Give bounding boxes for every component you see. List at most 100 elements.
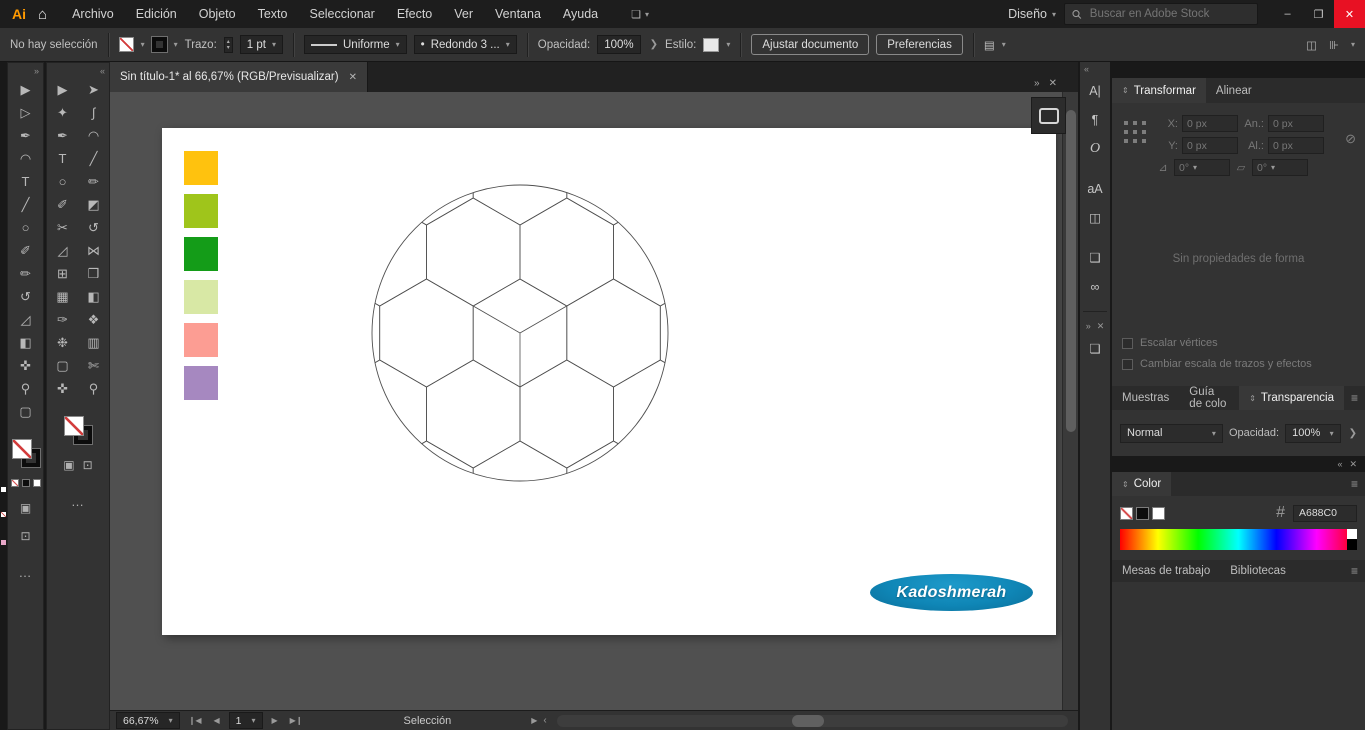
minimize-button[interactable]: –: [1272, 0, 1303, 28]
soccer-ball[interactable]: [162, 128, 1056, 635]
line-segment-tool[interactable]: ╱: [81, 147, 107, 170]
curvature-tool[interactable]: ◠: [13, 147, 39, 170]
scroll-left-icon[interactable]: ‹: [543, 715, 546, 726]
slice-tool[interactable]: ✄: [81, 354, 107, 377]
hand-tool[interactable]: ✜: [50, 377, 76, 400]
menu-item[interactable]: Ayuda: [552, 7, 609, 21]
restore-button[interactable]: ❐: [1303, 0, 1334, 28]
dock-expand-icon[interactable]: »: [1086, 321, 1091, 331]
dock-close-icon[interactable]: ✕: [1049, 78, 1057, 89]
panel-menu-icon[interactable]: ≡: [1344, 391, 1365, 405]
fill-swatch[interactable]: [11, 439, 32, 459]
type-tool[interactable]: T: [50, 147, 76, 170]
collapsed-panel-button[interactable]: [1031, 97, 1066, 134]
pencil-tool[interactable]: ✏: [13, 262, 39, 285]
next-artboard-icon[interactable]: ▶: [269, 716, 281, 725]
brush-dropdown[interactable]: • Redondo 3 ... ▾: [413, 35, 517, 54]
curvature-tool[interactable]: ◠: [81, 124, 107, 147]
opacity-expand-icon[interactable]: ❯: [650, 39, 658, 50]
document-tab[interactable]: Sin título-1* al 66,67% (RGB/Previsualiz…: [110, 62, 368, 92]
blend-mode-dropdown[interactable]: Normal ▾: [1120, 423, 1223, 443]
panel-menu-icon[interactable]: ≡: [1344, 564, 1365, 578]
preferences-button[interactable]: Preferencias: [876, 34, 963, 55]
direct-selection-tool[interactable]: ▷: [13, 101, 39, 124]
eyedropper-tool[interactable]: ✑: [50, 308, 76, 331]
stroke-weight-stepper[interactable]: ▴ ▾: [223, 36, 233, 53]
layers-panel-icon[interactable]: ❏: [1080, 334, 1110, 363]
symbol-sprayer-tool[interactable]: ❉: [50, 331, 76, 354]
tab-mesas-de-trabajo[interactable]: Mesas de trabajo: [1112, 560, 1220, 582]
status-options-icon[interactable]: ▶: [531, 716, 537, 725]
opacity-dropdown[interactable]: 100% ▾: [1285, 423, 1341, 443]
opacity-field[interactable]: 100%: [597, 35, 641, 54]
options-grid-icon[interactable]: ▤: [984, 38, 995, 52]
height-field[interactable]: 0 px: [1268, 137, 1324, 154]
eraser-tool[interactable]: ◩: [81, 193, 107, 216]
selection-tool[interactable]: ▶: [13, 78, 39, 101]
tab-close-icon[interactable]: ✕: [349, 72, 357, 83]
tab-color[interactable]: ⇕ Color: [1112, 472, 1172, 496]
artboard[interactable]: Kadoshmerah: [162, 128, 1056, 635]
chevron-down-icon[interactable]: ▾: [174, 40, 178, 49]
fit-document-button[interactable]: Ajustar documento: [751, 34, 870, 55]
column-graph-tool[interactable]: ▥: [81, 331, 107, 354]
workspace-switcher[interactable]: Diseño ▾: [1008, 7, 1056, 21]
graphic-styles-panel-icon[interactable]: ◫: [1080, 203, 1110, 232]
ellipse-tool[interactable]: ○: [50, 170, 76, 193]
blend-tool[interactable]: ❖: [81, 308, 107, 331]
fill-swatch[interactable]: [64, 416, 84, 436]
paintbrush-tool[interactable]: ✐: [50, 193, 76, 216]
style-chip[interactable]: [703, 37, 720, 52]
scale-corners-option[interactable]: Escalar vértices: [1122, 337, 1312, 349]
menu-item[interactable]: Texto: [247, 7, 299, 21]
tab-alinear[interactable]: Alinear: [1206, 78, 1262, 103]
zoom-tool[interactable]: ⚲: [13, 377, 39, 400]
tab-bibliotecas[interactable]: Bibliotecas: [1220, 560, 1296, 582]
black-corner-swatch[interactable]: [1347, 539, 1357, 550]
paintbrush-tool[interactable]: ✐: [13, 239, 39, 262]
panel-menu-icon[interactable]: ≡: [1344, 477, 1365, 491]
menu-item[interactable]: Seleccionar: [298, 7, 385, 21]
fill-color-chip[interactable]: [118, 37, 134, 52]
width-tool[interactable]: ⋈: [81, 239, 107, 262]
horizontal-scrollbar-thumb[interactable]: [791, 714, 824, 727]
dock-close-icon[interactable]: ✕: [1097, 321, 1105, 332]
mesh-tool[interactable]: ▦: [50, 285, 76, 308]
black-chip[interactable]: [1136, 506, 1149, 520]
search-input[interactable]: [1087, 7, 1250, 21]
stock-search[interactable]: [1064, 3, 1258, 25]
hex-field[interactable]: A688C0: [1293, 504, 1357, 522]
scale-strokes-effects-option[interactable]: Cambiar escala de trazos y efectos: [1122, 358, 1312, 370]
white-chip[interactable]: [1152, 506, 1165, 520]
home-icon[interactable]: ⌂: [38, 6, 47, 23]
chevron-down-icon[interactable]: ▾: [726, 40, 730, 49]
gradient-tool[interactable]: ◧: [81, 285, 107, 308]
magic-wand-tool[interactable]: ✦: [50, 101, 76, 124]
close-button[interactable]: ✕: [1334, 0, 1365, 28]
tab-transformar[interactable]: ⇕ Transformar: [1112, 78, 1206, 103]
mini-none-chip[interactable]: [10, 479, 19, 487]
menu-item[interactable]: Ventana: [484, 7, 552, 21]
ellipse-tool[interactable]: ○: [13, 216, 39, 239]
draw-mode-icon[interactable]: ▣: [20, 501, 31, 515]
character-panel-icon[interactable]: A|: [1080, 76, 1110, 105]
y-field[interactable]: 0 px: [1182, 137, 1238, 154]
checkbox[interactable]: [1122, 358, 1133, 370]
logo-ellipse[interactable]: Kadoshmerah: [870, 574, 1033, 611]
lasso-tool[interactable]: ∫: [81, 101, 107, 124]
mini-black-chip[interactable]: [21, 479, 30, 487]
last-artboard-icon[interactable]: ▶❙: [287, 716, 306, 725]
dock-close-icon[interactable]: ✕: [1349, 459, 1357, 470]
stroke-profile-dropdown[interactable]: Uniforme ▾: [304, 35, 407, 54]
link-dimensions-icon[interactable]: ⊘: [1345, 131, 1356, 147]
chevron-down-icon[interactable]: ▾: [1351, 40, 1355, 49]
menu-item[interactable]: Efecto: [386, 7, 443, 21]
shape-builder-tool[interactable]: ❒: [81, 262, 107, 285]
dock-collapse-icon[interactable]: «: [1337, 459, 1342, 469]
dock-expand-icon[interactable]: »: [1034, 78, 1040, 89]
shear-angle-field[interactable]: 0° ▾: [1252, 159, 1308, 176]
chevron-down-icon[interactable]: ▾: [141, 40, 145, 49]
gradient-tool[interactable]: ◧: [13, 331, 39, 354]
canvas[interactable]: Kadoshmerah: [110, 92, 1062, 710]
pen-tool[interactable]: ✒: [50, 124, 76, 147]
